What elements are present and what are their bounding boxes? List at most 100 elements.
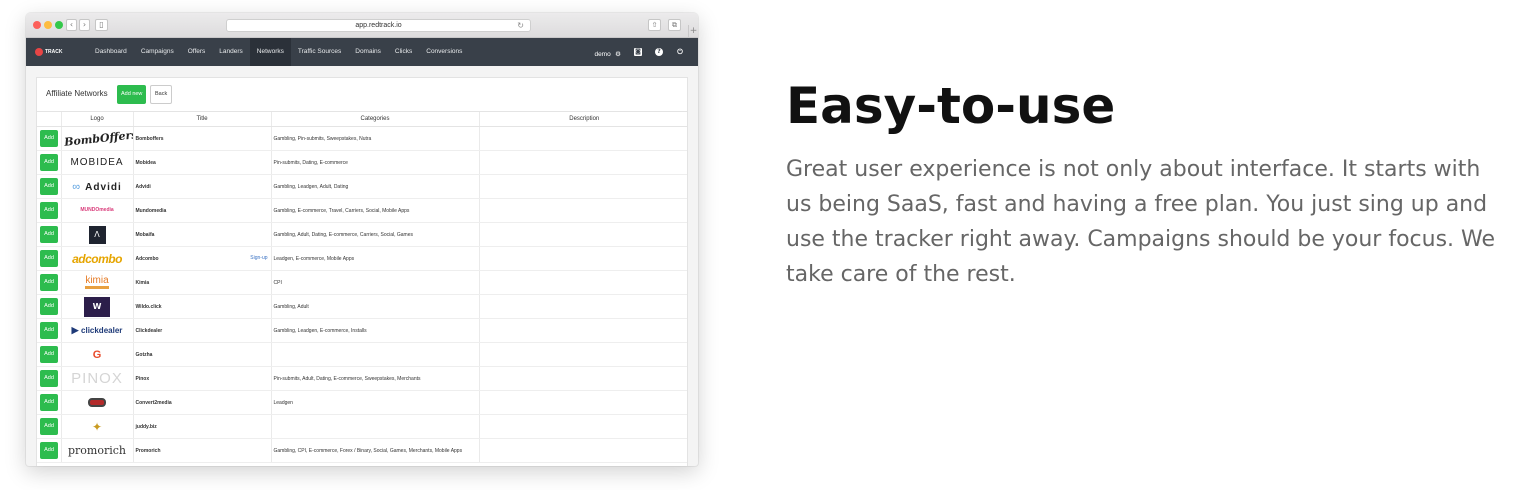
new-tab-icon[interactable]: + xyxy=(688,25,698,38)
table-row: Add kimia Kimia CPI xyxy=(37,270,687,295)
network-logo: MOBIDEA xyxy=(70,157,124,168)
network-title: Convert2media xyxy=(135,399,172,406)
nav-item-traffic-sources[interactable]: Traffic Sources xyxy=(291,38,348,66)
networks-panel: Affiliate Networks Add new Back Logo Tit xyxy=(36,77,688,466)
close-window-button[interactable] xyxy=(33,21,41,29)
redtrack-logo[interactable]: TRACK xyxy=(35,48,63,56)
column-header-logo: Logo xyxy=(60,111,133,127)
logo-text: Advidi xyxy=(85,181,122,193)
table-row: Add PINOX Pinox Pin-submits, Adult, Dating,… xyxy=(37,366,687,391)
maximize-window-button[interactable] xyxy=(55,21,63,29)
categories-cell: Gambling, Leadgen, E-commerce, Installs xyxy=(270,318,479,343)
nav-item-domains[interactable]: Domains xyxy=(348,38,388,66)
add-network-button[interactable]: Add xyxy=(40,202,58,219)
panel-header: Affiliate Networks Add new Back xyxy=(37,78,687,111)
nav-item-conversions[interactable]: Conversions xyxy=(419,38,469,66)
add-cell: Add xyxy=(37,366,61,391)
add-network-button[interactable]: Add xyxy=(40,394,58,411)
add-network-button[interactable]: Add xyxy=(40,298,58,315)
nav-item-offers[interactable]: Offers xyxy=(181,38,213,66)
network-logo: BombOffers xyxy=(63,128,133,149)
network-title: Kimia xyxy=(135,279,150,286)
description-cell xyxy=(478,126,687,151)
nav-item-dashboard[interactable]: Dashboard xyxy=(88,38,134,66)
categories-cell: Gambling, CPI, E-commerce, Forex / Binar… xyxy=(270,438,479,463)
add-network-button[interactable]: Add xyxy=(40,178,58,195)
network-logo: ▶ clickdealer xyxy=(72,325,123,336)
table-row: Add MOBIDEA Mobidea Pin-submits, Dating, E-… xyxy=(37,150,687,175)
title-cell: juddy.biz xyxy=(132,414,271,439)
network-logo: promorich xyxy=(68,444,126,457)
sidebar-icon[interactable]: ▯ xyxy=(95,19,108,31)
network-title: Adcombo xyxy=(135,255,159,262)
description-cell xyxy=(478,198,687,223)
description-cell xyxy=(478,366,687,391)
network-title: Mobaifa xyxy=(135,231,155,238)
user-menu[interactable]: demo ⚙ xyxy=(594,43,621,61)
categories-cell: Gambling, Pin-submits, Sweepstakes, Nutr… xyxy=(270,126,479,151)
add-cell: Add xyxy=(37,198,61,223)
categories-cell xyxy=(270,342,479,367)
add-network-button[interactable]: Add xyxy=(40,370,58,387)
logo-cell: ∞ Advidi xyxy=(60,174,133,199)
logo-cell: adcombo xyxy=(60,246,133,271)
back-button[interactable]: Back xyxy=(150,85,173,104)
logo-cell: promorich xyxy=(60,438,133,463)
share-icon[interactable]: ⇧ xyxy=(648,19,661,31)
title-cell: Pinox xyxy=(132,366,271,391)
description-cell xyxy=(478,174,687,199)
network-title: Mobidea xyxy=(135,159,156,166)
network-logo: kimia xyxy=(85,276,109,289)
help-icon[interactable]: ? xyxy=(655,48,663,56)
table-header-row: Logo Title Categories Description xyxy=(37,111,687,127)
network-logo: PINOX xyxy=(71,370,123,387)
add-network-button[interactable]: Add xyxy=(40,418,58,435)
logo-cell: PINOX xyxy=(60,366,133,391)
app-navbar: TRACK Dashboard Campaigns Offers Landers Net… xyxy=(26,38,698,66)
title-cell: Bomboffers xyxy=(132,126,271,151)
address-bar[interactable]: app.redtrack.io ↻ xyxy=(226,19,531,32)
column-header-action xyxy=(37,111,61,127)
add-cell: Add xyxy=(37,270,61,295)
nav-item-networks[interactable]: Networks xyxy=(249,38,291,66)
title-cell: Adcombo Sign-up xyxy=(132,246,271,271)
table-row: Add MUNDOmedia Mundomedia Gambling, E-comme… xyxy=(37,198,687,223)
table-row: Add G Gotzha xyxy=(37,342,687,367)
power-icon[interactable]: ⏻ xyxy=(676,48,684,56)
add-network-button[interactable]: Add xyxy=(40,250,58,267)
main-menu: Dashboard Campaigns Offers Landers Networks T… xyxy=(88,38,469,66)
reload-icon[interactable]: ↻ xyxy=(517,20,524,31)
add-network-button[interactable]: Add xyxy=(40,130,58,147)
headline: Easy-to-use xyxy=(786,77,1116,135)
signup-link[interactable]: Sign-up xyxy=(250,255,267,261)
network-title: Promorich xyxy=(135,447,161,454)
description-cell xyxy=(478,438,687,463)
add-network-button[interactable]: Add xyxy=(40,346,58,363)
infinity-icon: ∞ xyxy=(72,180,86,193)
user-label: demo xyxy=(594,51,611,58)
title-cell: Clickdealer xyxy=(132,318,271,343)
minimize-window-button[interactable] xyxy=(44,21,52,29)
column-header-title: Title xyxy=(132,111,271,127)
title-cell: Mundomedia xyxy=(132,198,271,223)
nav-item-clicks[interactable]: Clicks xyxy=(388,38,419,66)
network-title: Mundomedia xyxy=(135,207,167,214)
network-title: Pinox xyxy=(135,375,150,382)
logo-text: TRACK xyxy=(45,49,63,55)
logo-mark-icon xyxy=(35,48,43,56)
description-cell xyxy=(478,150,687,175)
rss-icon[interactable]: ◙ xyxy=(634,48,642,56)
add-network-button[interactable]: Add xyxy=(40,442,58,459)
logo-cell: G xyxy=(60,342,133,367)
nav-item-landers[interactable]: Landers xyxy=(212,38,250,66)
description-cell xyxy=(478,222,687,247)
add-network-button[interactable]: Add xyxy=(40,322,58,339)
add-network-button[interactable]: Add xyxy=(40,226,58,243)
back-arrow-icon[interactable]: ‹ xyxy=(66,19,77,31)
add-network-button[interactable]: Add xyxy=(40,154,58,171)
forward-arrow-icon[interactable]: › xyxy=(79,19,90,31)
nav-item-campaigns[interactable]: Campaigns xyxy=(134,38,181,66)
tabs-overview-icon[interactable]: ⧉ xyxy=(668,19,681,31)
add-network-button[interactable]: Add xyxy=(40,274,58,291)
add-new-button[interactable]: Add new xyxy=(117,85,147,104)
